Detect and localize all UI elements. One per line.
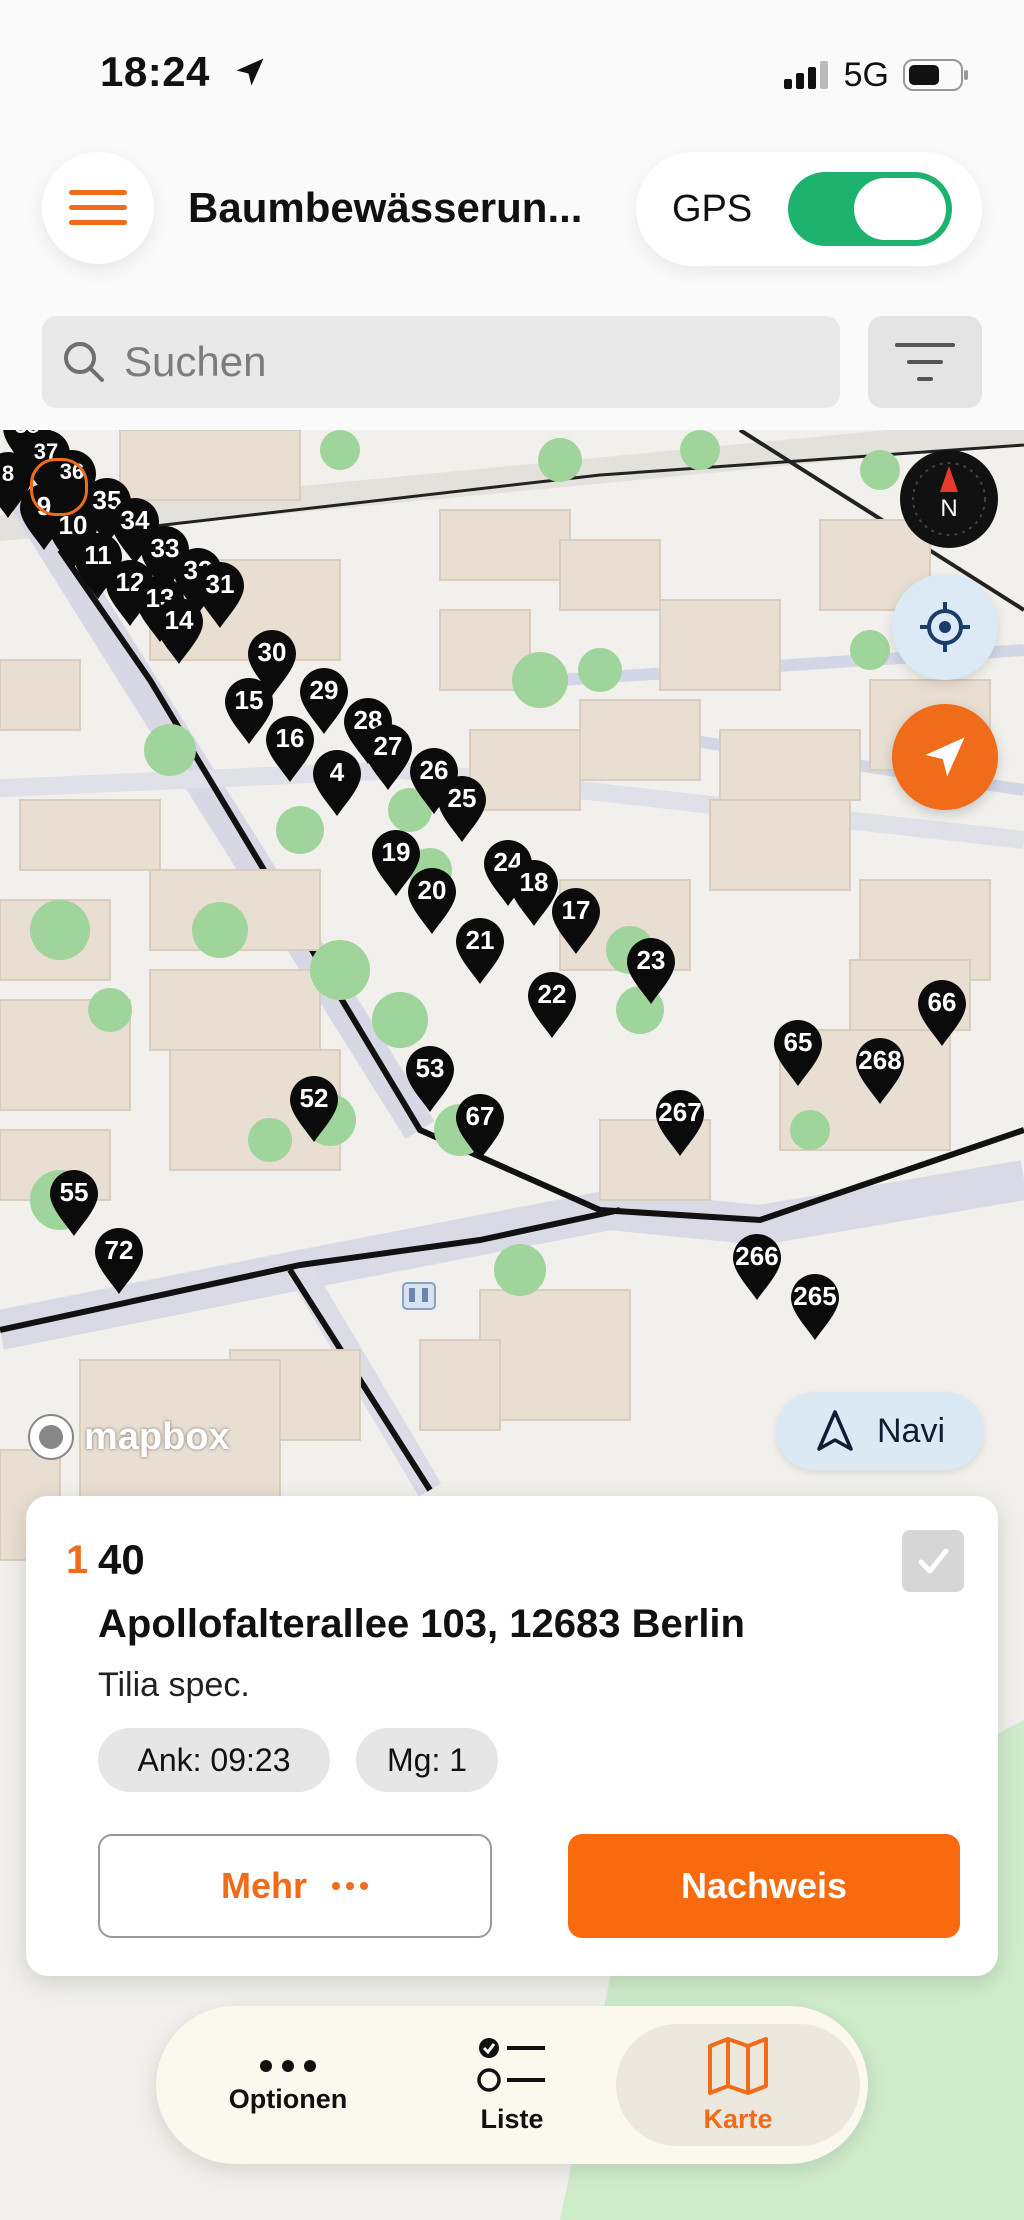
selected-marker-ring (30, 458, 88, 516)
marker-label: 22 (537, 979, 567, 1009)
marker-label: 52 (299, 1083, 329, 1113)
map-marker[interactable]: 72 (91, 1224, 147, 1296)
marker-label: 267 (658, 1097, 702, 1127)
tree-species: Tilia spec. (98, 1666, 250, 1704)
compass-label: N (940, 495, 957, 522)
navi-label: Navi (876, 1411, 946, 1450)
home-indicator-area (0, 2180, 1024, 2220)
checklist-icon (477, 2037, 545, 2092)
location-arrow-icon (236, 58, 264, 86)
search-input[interactable]: Suchen (124, 338, 266, 386)
marker-label: 17 (561, 895, 591, 925)
tree-detail-card[interactable]: 1 40 Apollofalterallee 103, 12683 Berlin… (26, 1496, 998, 1976)
more-button[interactable]: Mehr (98, 1834, 492, 1938)
arrival-chip: Ank: 09:23 (98, 1728, 330, 1792)
battery-icon (903, 59, 968, 91)
marker-label: 23 (636, 945, 666, 975)
map-marker[interactable]: 22 (524, 968, 580, 1040)
marker-label: 266 (735, 1241, 779, 1271)
marker-label: 65 (783, 1027, 813, 1057)
marker-label: 72 (104, 1235, 134, 1265)
stop-index: 1 (66, 1538, 89, 1582)
tree-address: Apollofalterallee 103, 12683 Berlin (98, 1602, 745, 1646)
page-title: Baumbewässerun... (188, 184, 583, 231)
menu-button[interactable] (42, 152, 154, 264)
map-marker[interactable]: 65 (770, 1016, 826, 1088)
proof-button[interactable]: Nachweis (568, 1834, 960, 1938)
marker-label: 265 (793, 1281, 837, 1311)
map-marker[interactable]: 25 (434, 772, 490, 844)
marker-label: 21 (465, 925, 495, 955)
map-marker[interactable]: 67 (452, 1090, 508, 1162)
mapbox-icon (28, 1414, 74, 1460)
tab-map[interactable]: Karte (616, 2024, 860, 2146)
map-icon (708, 2036, 768, 2095)
map-marker[interactable]: 265 (787, 1270, 843, 1342)
map-marker[interactable]: 267 (652, 1086, 708, 1158)
map-marker[interactable]: 268 (852, 1034, 908, 1106)
map-marker[interactable]: 17 (548, 884, 604, 956)
hamburger-icon (69, 190, 127, 225)
gps-control: GPS (636, 152, 982, 266)
marker-label: 14 (164, 605, 194, 635)
checkmark-icon (918, 1548, 949, 1574)
map-marker[interactable]: 21 (452, 914, 508, 986)
gps-toggle[interactable] (788, 172, 952, 246)
marker-label: 25 (447, 783, 477, 813)
map-marker[interactable]: 23 (623, 934, 679, 1006)
marker-label: 67 (465, 1101, 495, 1131)
crosshair-icon (920, 602, 970, 652)
navigation-icon (817, 1410, 853, 1451)
quantity-chip: Mg: 1 (356, 1728, 498, 1792)
marker-label: 66 (927, 987, 957, 1017)
map-marker[interactable]: 52 (286, 1072, 342, 1144)
done-checkbox[interactable] (902, 1530, 964, 1592)
more-label: Mehr (220, 1865, 307, 1906)
marker-label: 30 (257, 637, 287, 667)
filter-icon (895, 343, 955, 381)
mapbox-wordmark: mapbox (84, 1415, 230, 1458)
map-marker[interactable]: 14 (151, 594, 207, 666)
compass-button[interactable]: N (900, 450, 998, 548)
search-icon (64, 342, 104, 382)
map-marker[interactable]: 266 (729, 1230, 785, 1302)
navigation-arrow-icon (925, 737, 965, 777)
marker-label: 20 (417, 875, 447, 905)
tab-options-label: Optionen (228, 2083, 348, 2114)
ellipsis-icon (332, 1882, 368, 1890)
network-type: 5G (843, 55, 889, 94)
map-marker[interactable]: 4 (309, 746, 365, 818)
toggle-knob (854, 178, 946, 240)
locate-me-button[interactable] (892, 574, 998, 680)
marker-label: 268 (858, 1045, 902, 1075)
filter-button[interactable] (868, 316, 982, 408)
tab-options[interactable]: Optionen (188, 2024, 388, 2146)
mapbox-logo: mapbox (26, 1412, 230, 1462)
bottom-tab-bar: Optionen Liste Karte (156, 2006, 868, 2164)
navi-button[interactable]: Navi (776, 1392, 984, 1470)
search-bar[interactable]: Suchen (42, 316, 840, 408)
follow-location-button[interactable] (892, 704, 998, 810)
map-marker[interactable]: 53 (402, 1042, 458, 1114)
compass-icon: N (912, 462, 986, 536)
map-marker[interactable]: 66 (914, 976, 970, 1048)
tab-list-label: Liste (480, 2103, 544, 2134)
signal-icon (783, 61, 828, 89)
marker-label: 4 (329, 757, 345, 787)
marker-label: 55 (59, 1177, 89, 1207)
more-horizontal-icon (260, 2059, 316, 2072)
tab-map-label: Karte (703, 2103, 773, 2134)
status-indicators: 5G (782, 50, 969, 100)
marker-label: 53 (415, 1053, 445, 1083)
gps-label: GPS (672, 188, 753, 230)
status-time: 18:24 (100, 48, 210, 95)
tree-id: 40 (98, 1536, 145, 1583)
transit-stop-icon (402, 1282, 436, 1310)
tab-list[interactable]: Liste (412, 2024, 612, 2146)
